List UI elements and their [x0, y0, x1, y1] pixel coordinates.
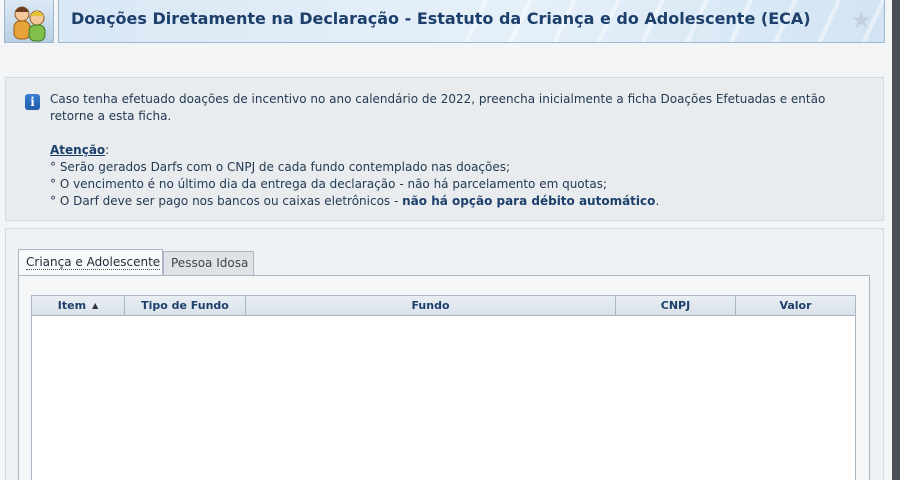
- column-header-fundo[interactable]: Fundo: [246, 296, 616, 315]
- bullet-3-strong: não há opção para débito automático: [402, 194, 656, 208]
- header-banner: Doações Diretamente na Declaração - Esta…: [58, 0, 885, 43]
- info-message: Caso tenha efetuado doações de incentivo…: [50, 92, 826, 123]
- bullet-1: ° Serão gerados Darfs com o CNPJ de cada…: [50, 160, 511, 174]
- table-header: Item ▲ Tipo de Fundo Fundo CNPJ Valor: [32, 296, 855, 316]
- bullet-2: ° O vencimento é no último dia da entreg…: [50, 177, 608, 191]
- table-body[interactable]: [32, 316, 855, 480]
- window-edge: [892, 0, 900, 480]
- attention-title: Atenção: [50, 143, 106, 157]
- tab-crianca-adolescente[interactable]: Criança e Adolescente: [18, 249, 163, 275]
- column-header-tipo-de-fundo[interactable]: Tipo de Fundo: [125, 296, 246, 315]
- title-bar: Doações Diretamente na Declaração - Esta…: [0, 0, 900, 44]
- column-header-item[interactable]: Item ▲: [32, 296, 125, 315]
- page-title: Doações Diretamente na Declaração - Esta…: [71, 9, 811, 28]
- info-icon: i: [25, 94, 40, 110]
- column-header-valor[interactable]: Valor: [736, 296, 855, 315]
- info-panel: i Caso tenha efetuado doações de incenti…: [5, 77, 884, 221]
- column-label: Item: [57, 299, 87, 312]
- donations-table: Item ▲ Tipo de Fundo Fundo CNPJ Valor: [31, 295, 856, 480]
- tab-pessoa-idosa[interactable]: Pessoa Idosa: [163, 251, 254, 275]
- tab-label: Criança e Adolescente: [26, 255, 161, 270]
- tab-label: Pessoa Idosa: [171, 256, 249, 270]
- bullet-3-end: .: [655, 194, 660, 208]
- attention-heading: Atenção:: [50, 142, 850, 159]
- bullet-3-text: ° O Darf deve ser pago nos bancos ou cai…: [50, 194, 403, 208]
- attention-colon: :: [105, 143, 110, 157]
- sort-ascending-icon: ▲: [92, 301, 99, 310]
- star-icon[interactable]: ★: [850, 8, 872, 32]
- column-header-cnpj[interactable]: CNPJ: [616, 296, 736, 315]
- info-text: Caso tenha efetuado doações de incentivo…: [50, 91, 850, 210]
- bullet-3: ° O Darf deve ser pago nos bancos ou cai…: [50, 193, 850, 210]
- people-icon: [4, 0, 54, 43]
